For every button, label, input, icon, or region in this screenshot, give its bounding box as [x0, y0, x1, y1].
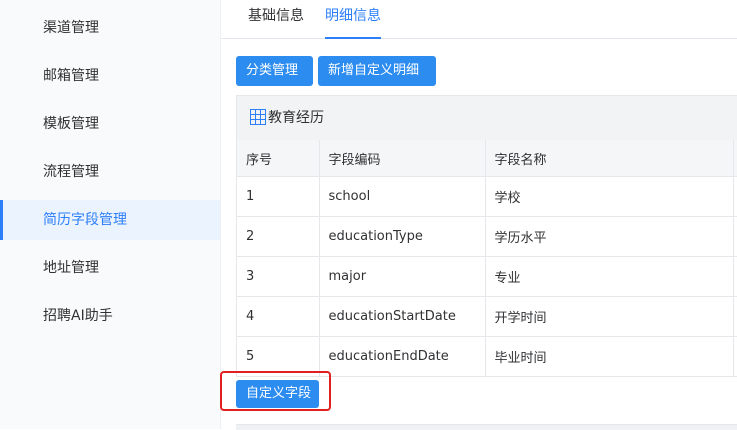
- sidebar-item-template[interactable]: 模板管理: [0, 104, 220, 144]
- cell-name: 专业: [485, 256, 734, 297]
- tab-bar: 基础信息 明细信息: [221, 0, 737, 39]
- education-panel: 教育经历 序号 字段编码 字段名称 1 school 学校 2 educatio…: [236, 95, 737, 377]
- cell-code: educationStartDate: [319, 296, 486, 337]
- cell-extra: [733, 216, 737, 257]
- cell-name: 学校: [485, 176, 734, 217]
- tab-detail-info[interactable]: 明细信息: [325, 0, 381, 39]
- sidebar-item-address[interactable]: 地址管理: [0, 248, 220, 288]
- fields-table: 序号 字段编码 字段名称 1 school 学校 2 educationType…: [237, 140, 737, 377]
- table-row[interactable]: 5 educationEndDate 毕业时间: [237, 336, 737, 377]
- sidebar-item-label: 招聘AI助手: [43, 308, 113, 324]
- sidebar-item-resume-fields[interactable]: 简历字段管理: [0, 200, 220, 240]
- panel-header: 教育经历: [237, 96, 737, 141]
- add-custom-detail-button[interactable]: 新增自定义明细: [318, 56, 436, 86]
- custom-field-button[interactable]: 自定义字段: [236, 380, 319, 408]
- sidebar: 渠道管理 邮箱管理 模板管理 流程管理 简历字段管理 地址管理 招聘AI助手: [0, 0, 221, 429]
- table-row[interactable]: 2 educationType 学历水平: [237, 216, 737, 257]
- cell-index: 5: [237, 336, 320, 377]
- column-header-code: 字段编码: [319, 140, 486, 177]
- cell-code: major: [319, 256, 486, 297]
- cell-extra: [733, 336, 737, 377]
- tab-basic-info[interactable]: 基础信息: [248, 0, 304, 38]
- sidebar-item-label: 邮箱管理: [43, 68, 99, 84]
- sidebar-item-mailbox[interactable]: 邮箱管理: [0, 56, 220, 96]
- cell-code: educationEndDate: [319, 336, 486, 377]
- sidebar-item-label: 流程管理: [43, 164, 99, 180]
- next-panel-edge: [236, 424, 737, 430]
- cell-index: 4: [237, 296, 320, 337]
- sidebar-item-label: 模板管理: [43, 116, 99, 132]
- sidebar-item-label: 简历字段管理: [43, 212, 127, 228]
- cell-index: 3: [237, 256, 320, 297]
- table-row[interactable]: 3 major 专业: [237, 256, 737, 297]
- cell-name: 毕业时间: [485, 336, 734, 377]
- sidebar-item-channel[interactable]: 渠道管理: [0, 8, 220, 48]
- column-header-index: 序号: [237, 140, 320, 177]
- table-row[interactable]: 1 school 学校: [237, 176, 737, 217]
- table-row[interactable]: 4 educationStartDate 开学时间: [237, 296, 737, 337]
- column-header-extra: [733, 140, 737, 177]
- cell-extra: [733, 176, 737, 217]
- cell-extra: [733, 256, 737, 297]
- cell-index: 1: [237, 176, 320, 217]
- cell-name: 学历水平: [485, 216, 734, 257]
- cell-index: 2: [237, 216, 320, 257]
- cell-code: educationType: [319, 216, 486, 257]
- cell-extra: [733, 296, 737, 337]
- sidebar-item-label: 地址管理: [43, 260, 99, 276]
- cell-code: school: [319, 176, 486, 217]
- category-management-button[interactable]: 分类管理: [236, 56, 313, 86]
- sidebar-item-label: 渠道管理: [43, 20, 99, 36]
- cell-name: 开学时间: [485, 296, 734, 337]
- panel-title: 教育经历: [268, 110, 324, 126]
- sidebar-item-ai-assistant[interactable]: 招聘AI助手: [0, 296, 220, 336]
- column-header-name: 字段名称: [485, 140, 734, 177]
- table-icon: [250, 109, 266, 125]
- table-header-row: 序号 字段编码 字段名称: [237, 140, 737, 177]
- sidebar-item-process[interactable]: 流程管理: [0, 152, 220, 192]
